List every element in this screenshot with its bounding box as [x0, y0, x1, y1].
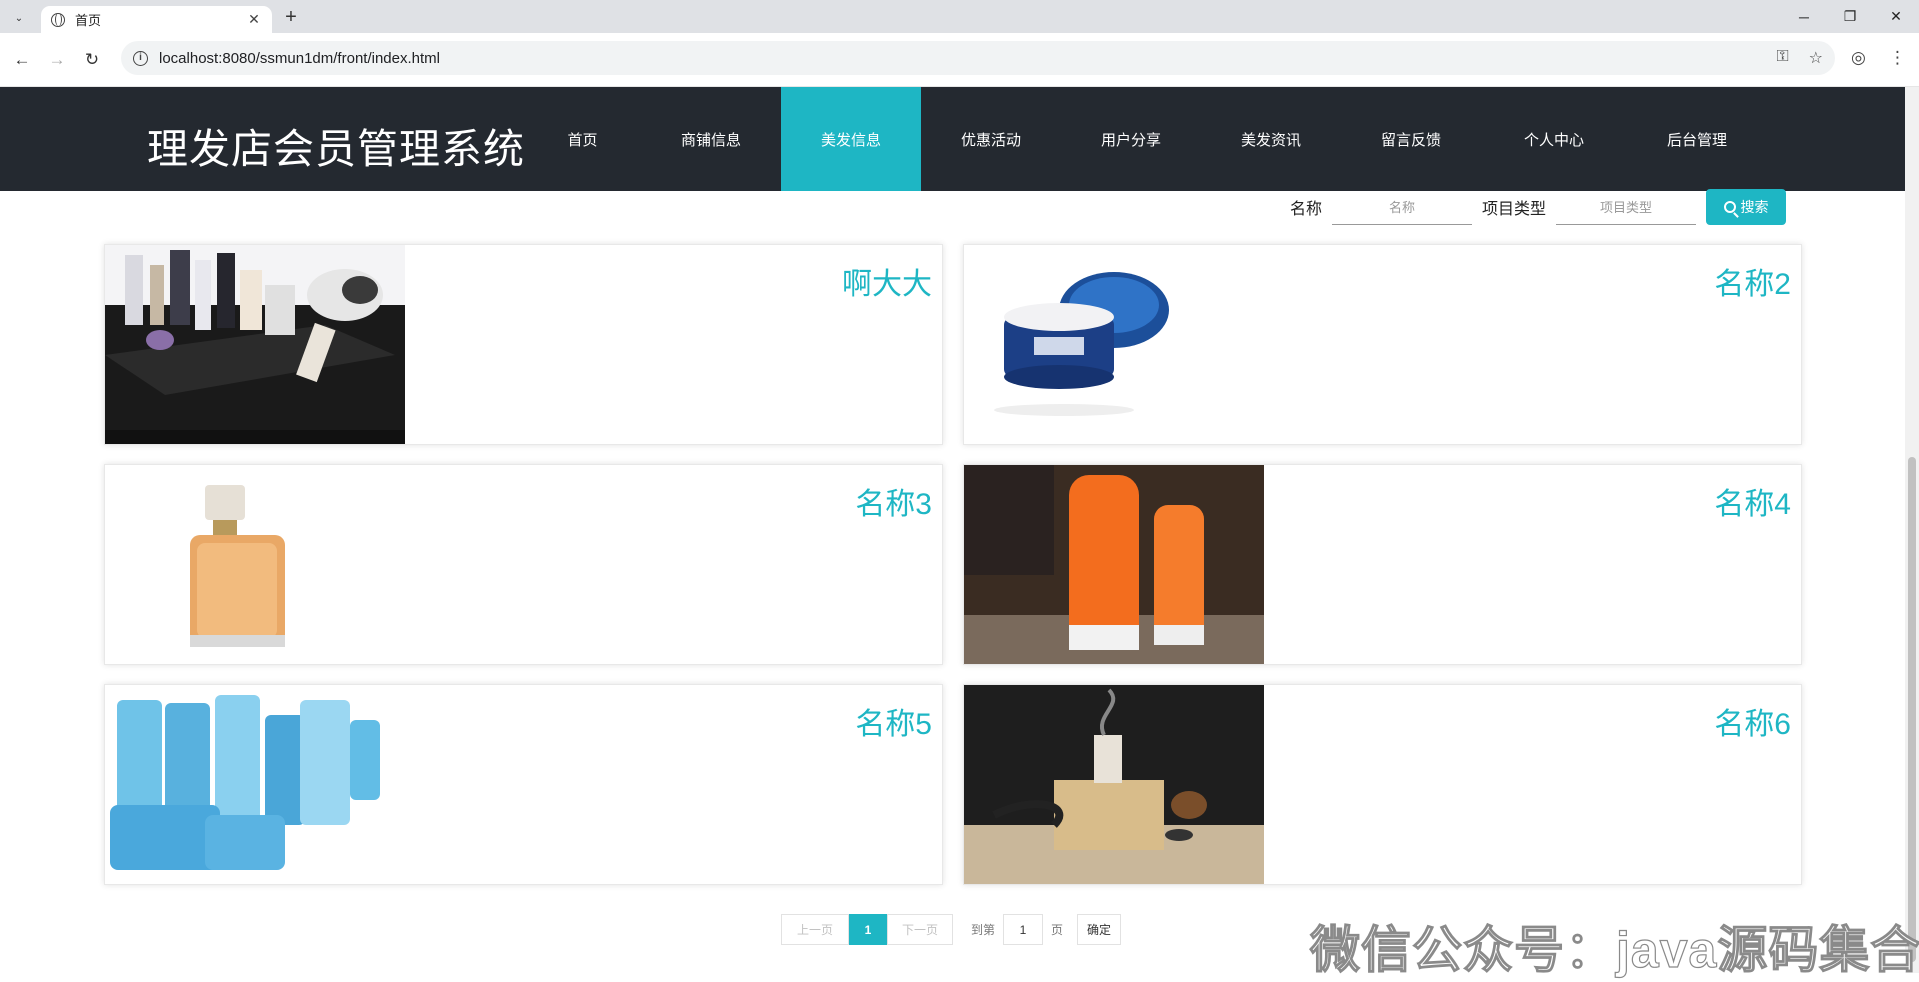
next-page-button[interactable]: 下一页	[887, 914, 953, 945]
bookmark-star-icon[interactable]: ☆	[1809, 48, 1823, 68]
product-name[interactable]: 名称4	[1714, 479, 1791, 523]
product-card[interactable]: 名称2	[963, 244, 1802, 445]
type-label: 项目类型	[1482, 201, 1547, 218]
product-name[interactable]: 名称5	[855, 699, 932, 743]
profile-icon[interactable]: ◎	[1851, 48, 1866, 68]
prev-page-button[interactable]: 上一页	[781, 914, 849, 945]
forward-arrow-icon[interactable]: →	[45, 48, 69, 72]
product-image[interactable]	[964, 685, 1264, 884]
search-button[interactable]: 搜索	[1706, 189, 1787, 225]
nav-hair-news[interactable]: 美发资讯	[1201, 87, 1341, 191]
site-title: 理发店会员管理系统	[147, 126, 525, 172]
page-unit-label: 页	[1051, 923, 1064, 937]
product-card[interactable]: 啊大大	[104, 244, 943, 445]
search-icon	[1723, 201, 1736, 213]
menu-kebab-icon[interactable]: ⋮	[1889, 48, 1906, 68]
globe-icon	[51, 12, 65, 27]
product-card[interactable]: 名称6	[963, 684, 1802, 885]
back-arrow-icon[interactable]: ←	[10, 48, 34, 72]
search-bar: 名称 名称 项目类型 项目类型 搜索	[1290, 188, 1787, 226]
nav-promotions[interactable]: 优惠活动	[921, 87, 1061, 191]
product-name[interactable]: 名称2	[1714, 259, 1791, 303]
product-image[interactable]	[105, 245, 405, 444]
pagination: 上一页 1 下一页 到第 1 页 确定	[781, 914, 1122, 945]
restore-button[interactable]: ❐	[1827, 0, 1873, 33]
browser-tab[interactable]: 首页 ✕	[41, 6, 272, 33]
site-header: 理发店会员管理系统 首页 商铺信息 美发信息 优惠活动 用户分享 美发资讯 留言…	[0, 87, 1905, 191]
tab-title: 首页	[75, 13, 102, 28]
product-image[interactable]	[964, 465, 1264, 664]
address-bar[interactable]: i localhost:8080/ssmun1dm/front/index.ht…	[121, 41, 1835, 75]
tab-search-chevron-icon[interactable]: ⌄	[8, 7, 30, 29]
name-search-input[interactable]: 名称	[1332, 189, 1473, 225]
product-card[interactable]: 名称3	[104, 464, 943, 665]
close-window-button[interactable]: ✕	[1873, 0, 1919, 33]
nav-user-share[interactable]: 用户分享	[1061, 87, 1201, 191]
close-tab-icon[interactable]: ✕	[246, 11, 262, 28]
nav-hair-info[interactable]: 美发信息	[781, 87, 921, 191]
scrollbar-thumb[interactable]	[1908, 457, 1916, 962]
nav-personal-center[interactable]: 个人中心	[1484, 87, 1624, 191]
url-text[interactable]: localhost:8080/ssmun1dm/front/index.html	[159, 50, 440, 67]
nav-admin[interactable]: 后台管理	[1627, 87, 1767, 191]
page-number-input[interactable]: 1	[1003, 914, 1044, 945]
search-button-label: 搜索	[1740, 199, 1769, 215]
product-card[interactable]: 名称4	[963, 464, 1802, 665]
reload-icon[interactable]: ↻	[80, 48, 104, 72]
type-search-input[interactable]: 项目类型	[1556, 189, 1697, 225]
product-name[interactable]: 名称6	[1714, 699, 1791, 743]
browser-tab-strip: ⌄ 首页 ✕ + ─ ❐ ✕	[0, 0, 1919, 33]
product-image[interactable]	[964, 245, 1264, 444]
page-scrollbar[interactable]	[1905, 87, 1919, 973]
password-key-icon[interactable]: ⚿	[1776, 48, 1788, 68]
confirm-page-button[interactable]: 确定	[1077, 914, 1122, 945]
watermark-text: 微信公众号：java源码集合	[1309, 921, 1919, 978]
product-image[interactable]	[105, 685, 405, 884]
current-page[interactable]: 1	[849, 914, 887, 945]
browser-toolbar: ← → ↻ i localhost:8080/ssmun1dm/front/in…	[0, 33, 1919, 87]
product-name[interactable]: 啊大大	[842, 259, 932, 303]
minimize-button[interactable]: ─	[1781, 0, 1827, 33]
nav-feedback[interactable]: 留言反馈	[1341, 87, 1481, 191]
product-name[interactable]: 名称3	[855, 479, 932, 523]
product-image[interactable]	[105, 465, 405, 664]
name-label: 名称	[1290, 201, 1323, 218]
nav-shop-info[interactable]: 商铺信息	[642, 87, 780, 191]
product-card[interactable]: 名称5	[104, 684, 943, 885]
new-tab-button[interactable]: +	[280, 7, 302, 29]
goto-label: 到第	[971, 923, 996, 937]
site-info-icon[interactable]: i	[133, 50, 148, 66]
nav-home[interactable]: 首页	[540, 87, 625, 191]
